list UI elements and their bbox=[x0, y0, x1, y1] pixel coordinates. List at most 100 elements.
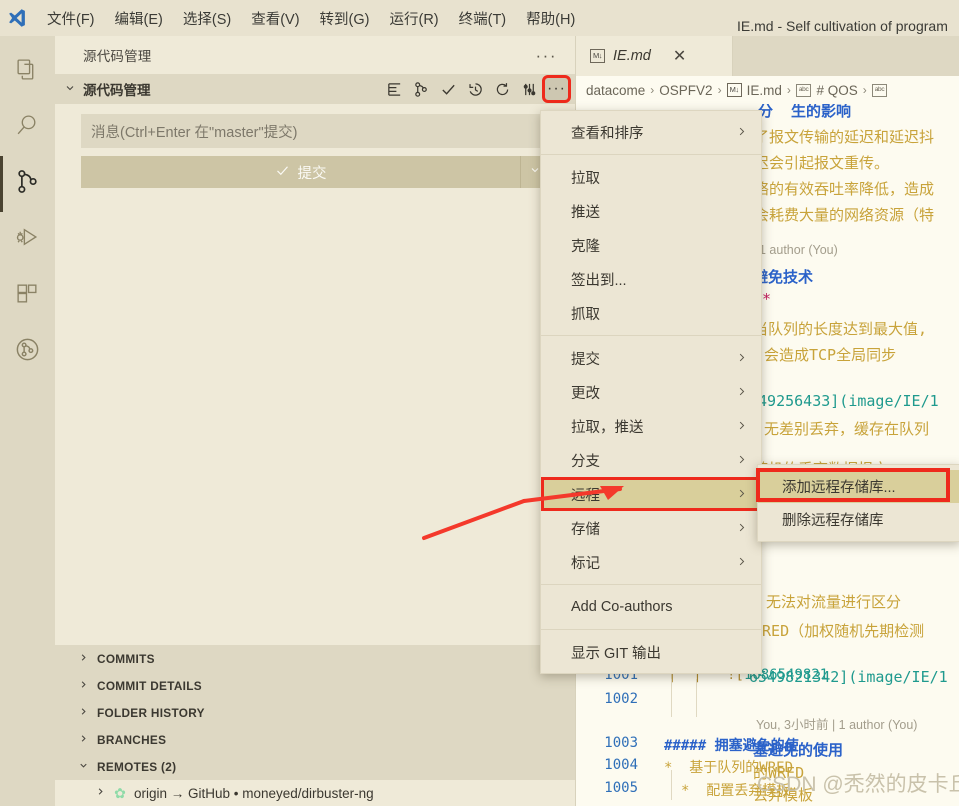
chevron-right-icon bbox=[736, 419, 747, 434]
code-line: 了报文传输的延迟和延迟抖 bbox=[754, 128, 935, 146]
breadcrumb: datacome › OSPFV2 › M↓ IE.md › abc # QOS… bbox=[576, 76, 959, 104]
menu-item-fetch[interactable]: 抓取 bbox=[541, 296, 761, 330]
remote-list-item[interactable]: ✿ origin → GitHub • moneyed/dirbuster-ng bbox=[55, 780, 575, 806]
chevron-right-icon bbox=[736, 453, 747, 468]
menu-item-label: 签出到... bbox=[571, 272, 627, 289]
sidebar-section-folder-history[interactable]: FOLDER HISTORY bbox=[55, 699, 575, 726]
files-explorer-icon bbox=[15, 57, 40, 87]
activity-search[interactable] bbox=[0, 100, 55, 156]
sidebar-section-label: COMMITS bbox=[97, 651, 155, 666]
line-number: 1005 bbox=[604, 780, 638, 796]
sidebar-collapsible-sections: COMMITS COMMIT DETAILS FOLDER HISTORY BR… bbox=[55, 645, 575, 780]
breadcrumb-separator-icon: › bbox=[862, 83, 867, 97]
scm-more-actions-ellipsis-icon[interactable]: ··· bbox=[542, 75, 571, 103]
run-and-debug-icon bbox=[15, 225, 40, 255]
workbench-body: 源代码管理 ··· 源代码管理 ··· 消息(Ctrl+Enter 在"mast… bbox=[0, 36, 959, 806]
menu-separator bbox=[541, 154, 761, 155]
activity-bar bbox=[0, 36, 55, 806]
menu-item-commit[interactable]: 提交 bbox=[541, 341, 761, 375]
ellipsis-icon[interactable]: ··· bbox=[536, 47, 557, 64]
menu-item-changes[interactable]: 更改 bbox=[541, 375, 761, 409]
menu-file[interactable]: 文件(F) bbox=[38, 5, 104, 32]
code-line: 会耗费大量的网络资源（特 bbox=[754, 206, 935, 224]
menu-item-pull-push[interactable]: 拉取，推送 bbox=[541, 409, 761, 443]
close-icon[interactable]: ✕ bbox=[673, 46, 686, 66]
menu-item-checkout-to[interactable]: 签出到... bbox=[541, 262, 761, 296]
chevron-down-icon bbox=[63, 82, 77, 97]
menu-item-pull[interactable]: 拉取 bbox=[541, 160, 761, 194]
menu-terminal[interactable]: 终端(T) bbox=[450, 5, 516, 32]
breadcrumb-item[interactable]: OSPFV2 bbox=[659, 83, 712, 98]
menu-separator bbox=[541, 335, 761, 336]
scm-context-menu: 查看和排序 拉取 推送 克隆 签出到... 抓取 提交 更改 拉取，推送 分支 … bbox=[540, 110, 959, 674]
editor-tab-ie-md[interactable]: M↓ IE.md ✕ bbox=[576, 36, 733, 76]
chevron-right-icon bbox=[736, 521, 747, 536]
activity-files-explorer[interactable] bbox=[0, 44, 55, 100]
line-number: 1004 bbox=[604, 757, 638, 773]
menu-go[interactable]: 转到(G) bbox=[311, 5, 379, 32]
code-line: WRED（加权随机先期检测 bbox=[753, 622, 925, 640]
menu-item-show-git-output[interactable]: 显示 GIT 输出 bbox=[541, 635, 761, 669]
refresh-icon[interactable] bbox=[490, 77, 515, 101]
menu-bar: 文件(F) 编辑(E) 选择(S) 查看(V) 转到(G) 运行(R) 终端(T… bbox=[34, 5, 584, 32]
chevron-right-icon bbox=[736, 487, 747, 502]
search-icon bbox=[15, 113, 40, 143]
symbol-string-icon: abc bbox=[871, 83, 888, 97]
vscode-logo bbox=[0, 7, 34, 29]
sidebar-section-branches[interactable]: BRANCHES bbox=[55, 726, 575, 753]
menu-item-tags[interactable]: 标记 bbox=[541, 545, 761, 579]
menu-item-view-and-sort[interactable]: 查看和排序 bbox=[541, 115, 761, 149]
chevron-down-icon bbox=[77, 760, 89, 774]
menu-item-remote[interactable]: 远程 bbox=[541, 477, 959, 511]
sidebar-section-remotes[interactable]: REMOTES (2) bbox=[55, 753, 575, 780]
menu-edit[interactable]: 编辑(E) bbox=[106, 5, 172, 32]
menu-item-label: Add Co-authors bbox=[571, 599, 673, 615]
sidebar-section-commits[interactable]: COMMITS bbox=[55, 645, 575, 672]
chevron-right-icon bbox=[736, 125, 747, 140]
menu-item-add-co-authors[interactable]: Add Co-authors bbox=[541, 590, 761, 624]
submenu-item-remove-remote[interactable]: 删除远程存储库 bbox=[758, 503, 959, 536]
commit-button[interactable]: 提交 bbox=[81, 156, 520, 188]
symbol-string-icon: abc bbox=[795, 83, 812, 97]
source-control-graph-icon[interactable] bbox=[409, 77, 434, 101]
breadcrumb-item[interactable]: # QOS bbox=[816, 83, 857, 98]
menu-item-push[interactable]: 推送 bbox=[541, 194, 761, 228]
activity-run-and-debug[interactable] bbox=[0, 212, 55, 268]
menu-item-branch[interactable]: 分支 bbox=[541, 443, 761, 477]
vscode-window: 文件(F) 编辑(E) 选择(S) 查看(V) 转到(G) 运行(R) 终端(T… bbox=[0, 0, 959, 806]
code-line: 避免技术 bbox=[753, 268, 814, 286]
chevron-right-icon bbox=[736, 385, 747, 400]
history-icon[interactable] bbox=[463, 77, 488, 101]
scm-input-container: 消息(Ctrl+Enter 在"master"提交) bbox=[55, 104, 575, 148]
activity-source-control[interactable] bbox=[0, 156, 55, 212]
menu-run[interactable]: 运行(R) bbox=[380, 5, 447, 32]
scm-commit-container: 提交 bbox=[55, 148, 575, 188]
markdown-file-icon: M↓ bbox=[590, 49, 605, 63]
chevron-right-icon bbox=[736, 555, 747, 570]
code-line-content: ##### 拥塞避免的使 bbox=[664, 738, 799, 754]
chevron-right-icon bbox=[77, 733, 89, 747]
menu-help[interactable]: 帮助(H) bbox=[517, 5, 584, 32]
activity-git-graph[interactable] bbox=[0, 324, 55, 380]
remote-label: origin → GitHub • moneyed/dirbuster-ng bbox=[134, 785, 374, 801]
view-as-list-icon[interactable] bbox=[382, 77, 407, 101]
breadcrumb-item[interactable]: datacome bbox=[586, 83, 645, 98]
settings-sliders-icon[interactable] bbox=[517, 77, 542, 101]
checkmark-icon[interactable] bbox=[436, 77, 461, 101]
code-line: 会造成TCP全局同步 bbox=[764, 346, 897, 364]
breadcrumb-item[interactable]: IE.md bbox=[747, 83, 782, 98]
submenu-item-add-remote[interactable]: 添加远程存储库... bbox=[758, 470, 959, 503]
github-icon: ✿ bbox=[114, 784, 126, 801]
source-control-icon bbox=[14, 168, 41, 200]
menu-view[interactable]: 查看(V) bbox=[242, 5, 308, 32]
scm-commit-message-input[interactable]: 消息(Ctrl+Enter 在"master"提交) bbox=[81, 114, 549, 148]
code-line: 当队列的长度达到最大值, bbox=[753, 320, 928, 338]
activity-extensions[interactable] bbox=[0, 268, 55, 324]
menu-selection[interactable]: 选择(S) bbox=[174, 5, 240, 32]
sidebar-section-label: REMOTES (2) bbox=[97, 759, 177, 774]
menu-item-label: 标记 bbox=[571, 555, 600, 572]
scm-section-header[interactable]: 源代码管理 ··· bbox=[55, 74, 575, 104]
sidebar-section-commit-details[interactable]: COMMIT DETAILS bbox=[55, 672, 575, 699]
menu-item-stash[interactable]: 存储 bbox=[541, 511, 761, 545]
menu-item-clone[interactable]: 克隆 bbox=[541, 228, 761, 262]
